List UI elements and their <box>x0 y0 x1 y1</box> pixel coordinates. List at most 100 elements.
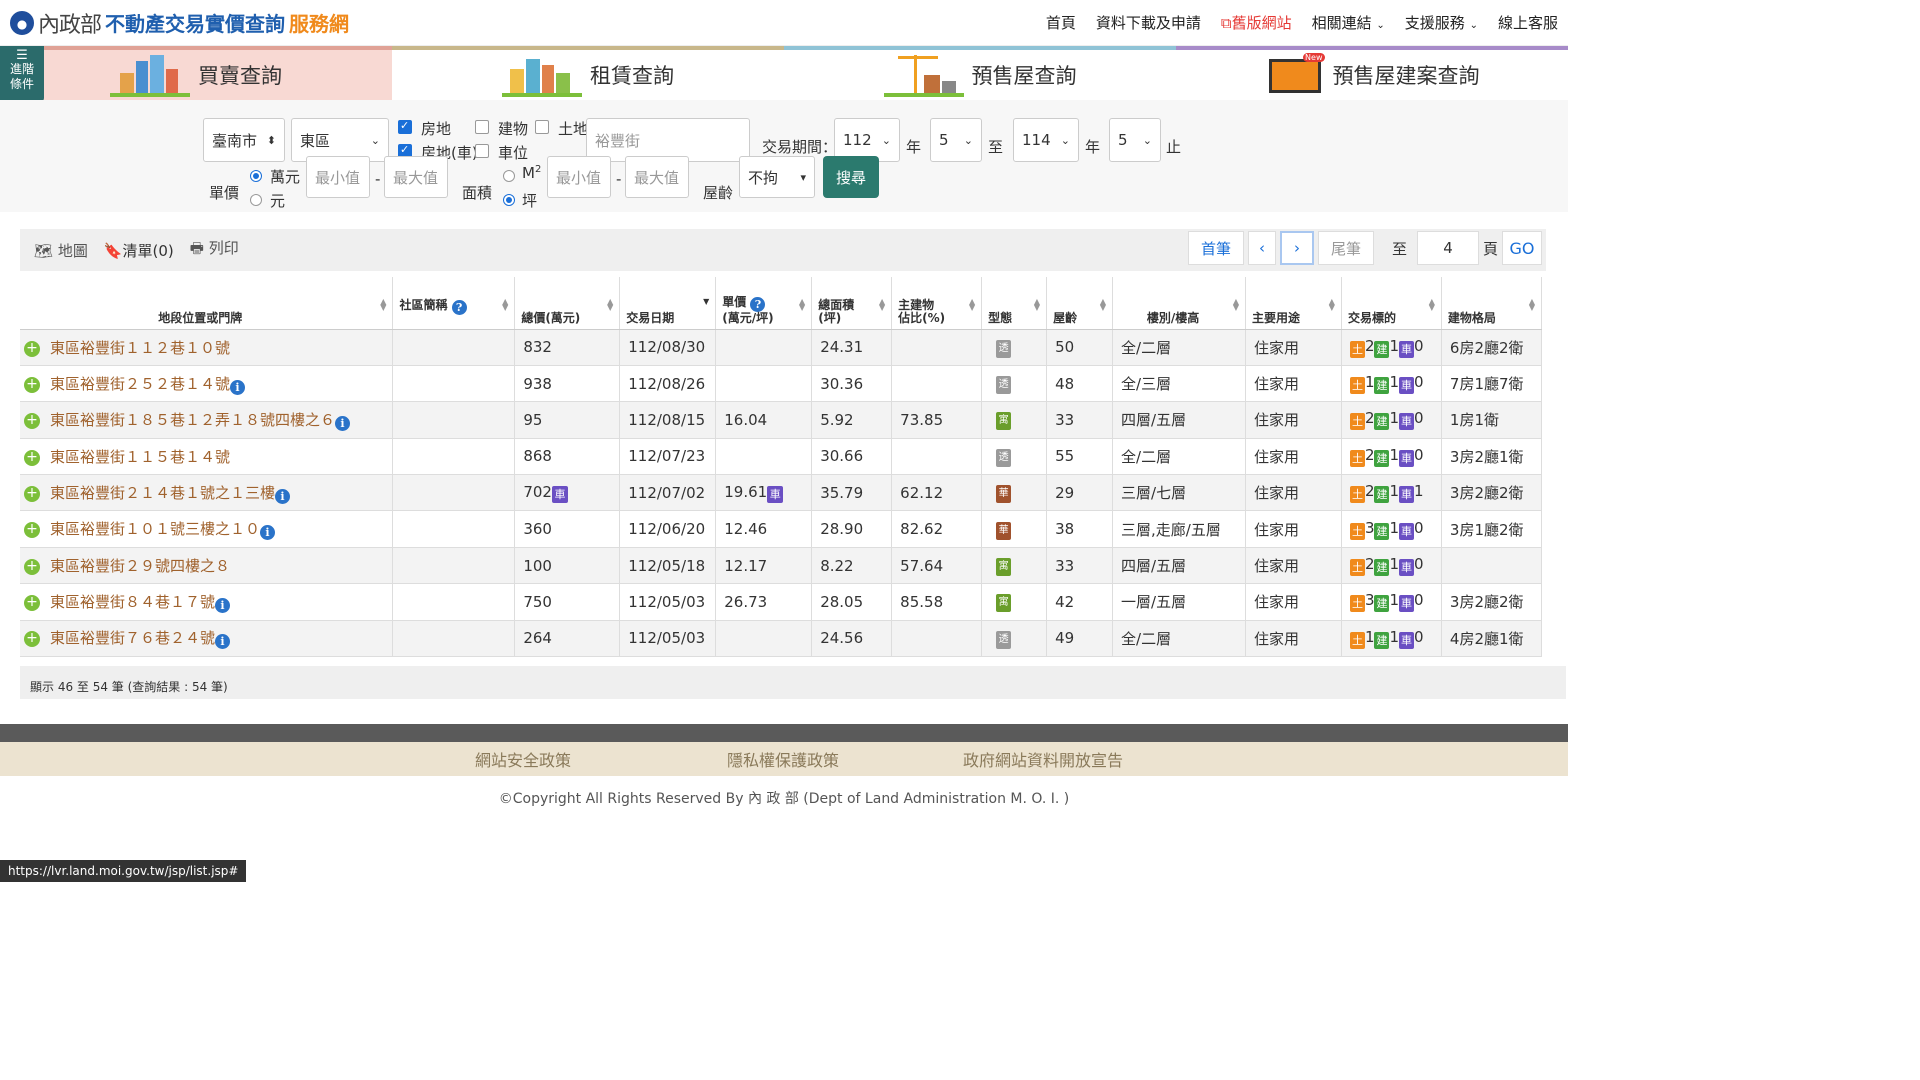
tab-presale-project[interactable]: New 預售屋建案查詢 <box>1176 46 1568 100</box>
location-link[interactable]: 東區裕豐街２９號四樓之８ <box>50 557 230 575</box>
info-icon[interactable]: i <box>215 634 231 650</box>
location-link[interactable]: 東區裕豐街１１５巷１４號 <box>50 448 230 466</box>
year-to-select[interactable]: 114 ⌄ <box>1013 118 1079 162</box>
table-row[interactable]: + 東區裕豐街２１４巷１號之１三樓 i 702 車 112/07/02 19.61 車 35.7… <box>20 474 1543 512</box>
site-logo[interactable]: 內政部 不動產交易實價查詢 服務網 <box>10 7 349 39</box>
age-select[interactable]: 不拘 ▾ <box>739 156 815 198</box>
city-select[interactable]: 臺南市 ⬍ <box>203 118 285 162</box>
help-icon[interactable]: ? <box>750 296 766 312</box>
month-from-select[interactable]: 5 ⌄ <box>930 118 982 162</box>
help-icon[interactable]: ? <box>451 300 467 315</box>
expand-icon[interactable]: + <box>24 631 40 648</box>
last-page-button[interactable]: 尾筆 <box>1317 231 1374 265</box>
location-link[interactable]: 東區裕豐街１１２巷１０號 <box>50 339 230 357</box>
col-floor[interactable]: 樓別/樓高 ▲ ▼ <box>1112 277 1246 330</box>
advanced-filter-button[interactable]: ☰ 進階 條件 <box>0 46 44 102</box>
expand-icon[interactable]: + <box>24 412 40 429</box>
prev-page-button[interactable]: ‹ <box>1247 231 1276 265</box>
checkbox-house-land[interactable] <box>398 119 412 134</box>
table-row[interactable]: + 東區裕豐街２９號四樓之８ 100 112/05/18 12.17 8.22 57.64 寓… <box>20 547 1543 585</box>
location-link[interactable]: 東區裕豐街２１４巷１號之１三樓 <box>50 484 275 502</box>
month-to-select[interactable]: 5 ⌄ <box>1109 118 1161 162</box>
sort-icon: ▲ ▼ <box>879 297 886 312</box>
footer-link-security[interactable]: 網站安全政策 <box>475 747 571 771</box>
expand-icon[interactable]: + <box>24 485 40 502</box>
radio-unit-yuan[interactable] <box>250 194 262 206</box>
table-row[interactable]: + 東區裕豐街８４巷１７號 i 750 112/05/03 26.73 28.05 85.58… <box>20 583 1543 621</box>
cell-location[interactable]: + 東區裕豐街２１４巷１號之１三樓 i <box>20 474 394 512</box>
expand-icon[interactable]: + <box>24 376 40 393</box>
radio-unit-wan[interactable] <box>250 170 262 182</box>
table-row[interactable]: + 東區裕豐街２５２巷１４號 i 938 112/08/26 30.36 透 48 全/三層 住家… <box>20 365 1543 403</box>
goto-page-input[interactable]: 4 <box>1416 231 1479 265</box>
tab-sale[interactable]: 買賣查詢 <box>0 46 392 100</box>
nav-download[interactable]: 資料下載及申請 <box>1096 12 1201 33</box>
price-max-input[interactable]: 最大值 <box>384 156 448 198</box>
expand-icon[interactable]: + <box>24 559 40 576</box>
expand-icon[interactable]: + <box>24 594 40 611</box>
cell-location[interactable]: + 東區裕豐街２５２巷１４號 i <box>20 365 394 403</box>
search-button[interactable]: 搜尋 <box>823 156 879 198</box>
cell-location[interactable]: + 東區裕豐街８４巷１７號 i <box>20 583 394 621</box>
map-button[interactable]: 🗺 地圖 <box>34 240 88 261</box>
price-min-input[interactable]: 最小值 <box>306 156 370 198</box>
info-icon[interactable]: i <box>335 415 351 431</box>
checkbox-parking[interactable] <box>475 144 489 158</box>
cell-location[interactable]: + 東區裕豐街１１５巷１４號 <box>20 438 394 476</box>
list-button[interactable]: 🔖清單(0) <box>104 240 174 261</box>
cell-location[interactable]: + 東區裕豐街１１２巷１０號 <box>20 329 394 366</box>
col-total-area[interactable]: 總面積 (坪) ▲ ▼ <box>811 277 893 330</box>
col-trade-target[interactable]: 交易標的 ▲ ▼ <box>1341 277 1442 330</box>
radio-area-ping[interactable] <box>503 194 515 206</box>
location-link[interactable]: 東區裕豐街２５２巷１４號 <box>50 375 230 393</box>
location-link[interactable]: 東區裕豐街１８５巷１２弄１８號四樓之６ <box>50 411 335 429</box>
info-icon[interactable]: i <box>230 379 246 395</box>
cell-location[interactable]: + 東區裕豐街１０１號三樓之１０ i <box>20 510 394 548</box>
expand-icon[interactable]: + <box>24 522 40 539</box>
expand-icon[interactable]: + <box>24 340 40 357</box>
radio-area-m2[interactable] <box>503 170 515 182</box>
col-total-price[interactable]: 總價(萬元) ▲ ▼ <box>514 277 621 330</box>
info-icon[interactable]: i <box>275 488 291 504</box>
tab-rent[interactable]: 租賃查詢 <box>392 46 784 100</box>
checkbox-land[interactable] <box>535 120 549 134</box>
location-link[interactable]: 東區裕豐街１０１號三樓之１０ <box>50 520 260 538</box>
col-age[interactable]: 屋齡 ▲ ▼ <box>1046 277 1114 330</box>
table-row[interactable]: + 東區裕豐街１１２巷１０號 832 112/08/30 24.31 透 50 全/二層 住家用… <box>20 329 1543 366</box>
col-trade-date[interactable]: 交易日期 ▼ <box>619 277 717 330</box>
tab-presale[interactable]: 預售屋查詢 <box>784 46 1176 100</box>
area-max-input[interactable]: 最大值 <box>625 156 689 198</box>
col-layout[interactable]: 建物格局 ▲ ▼ <box>1441 277 1543 330</box>
table-row[interactable]: + 東區裕豐街７６巷２４號 i 264 112/05/03 24.56 透 49 全/二層 住家用… <box>20 620 1543 658</box>
table-row[interactable]: + 東區裕豐街１１５巷１４號 868 112/07/23 30.66 透 55 全/二層 住家用… <box>20 438 1543 476</box>
col-location[interactable]: 地段位置或門牌 ▲ ▼ <box>20 277 394 330</box>
nav-support[interactable]: 支援服務 ⌄ <box>1405 12 1478 33</box>
print-button[interactable]: 🖶 列印 <box>190 237 239 263</box>
col-main-ratio[interactable]: 主建物 佔比(%) ▲ ▼ <box>891 277 983 330</box>
table-row[interactable]: + 東區裕豐街１０１號三樓之１０ i 360 112/06/20 12.46 28.90 82… <box>20 510 1543 548</box>
col-usage[interactable]: 主要用途 ▲ ▼ <box>1245 277 1342 330</box>
area-min-input[interactable]: 最小值 <box>547 156 611 198</box>
cell-location[interactable]: + 東區裕豐街１８５巷１２弄１８號四樓之６ i <box>20 401 394 439</box>
info-icon[interactable]: i <box>215 597 231 613</box>
footer-link-privacy[interactable]: 隱私權保護政策 <box>727 747 839 771</box>
location-link[interactable]: 東區裕豐街７６巷２４號 <box>50 629 215 647</box>
table-row[interactable]: + 東區裕豐街１８５巷１２弄１８號四樓之６ i 95 112/08/15 16.04 5.9… <box>20 401 1543 439</box>
nav-home[interactable]: 首頁 <box>1046 12 1076 33</box>
cell-location[interactable]: + 東區裕豐街７６巷２４號 i <box>20 620 394 658</box>
go-button[interactable]: GO <box>1502 231 1542 265</box>
info-icon[interactable]: i <box>260 525 276 541</box>
location-link[interactable]: 東區裕豐街８４巷１７號 <box>50 593 215 611</box>
col-unit-price[interactable]: 單價 ? (萬元/坪) ▲ ▼ <box>715 277 813 330</box>
nav-old-site[interactable]: ⧉舊版網站 <box>1221 12 1292 33</box>
cell-location[interactable]: + 東區裕豐街２９號四樓之８ <box>20 547 394 585</box>
footer-link-open-data[interactable]: 政府網站資料開放宣告 <box>963 747 1123 771</box>
nav-online-service[interactable]: 線上客服 <box>1498 12 1558 33</box>
col-type[interactable]: 型態 ▲ ▼ <box>981 277 1048 330</box>
next-page-button[interactable]: › <box>1279 231 1314 265</box>
expand-icon[interactable]: + <box>24 449 40 466</box>
first-page-button[interactable]: 首筆 <box>1187 231 1244 265</box>
col-community[interactable]: 社區簡稱 ? ▲ ▼ <box>392 277 516 330</box>
checkbox-building[interactable] <box>475 120 489 134</box>
nav-related-links[interactable]: 相關連結 ⌄ <box>1312 12 1385 33</box>
